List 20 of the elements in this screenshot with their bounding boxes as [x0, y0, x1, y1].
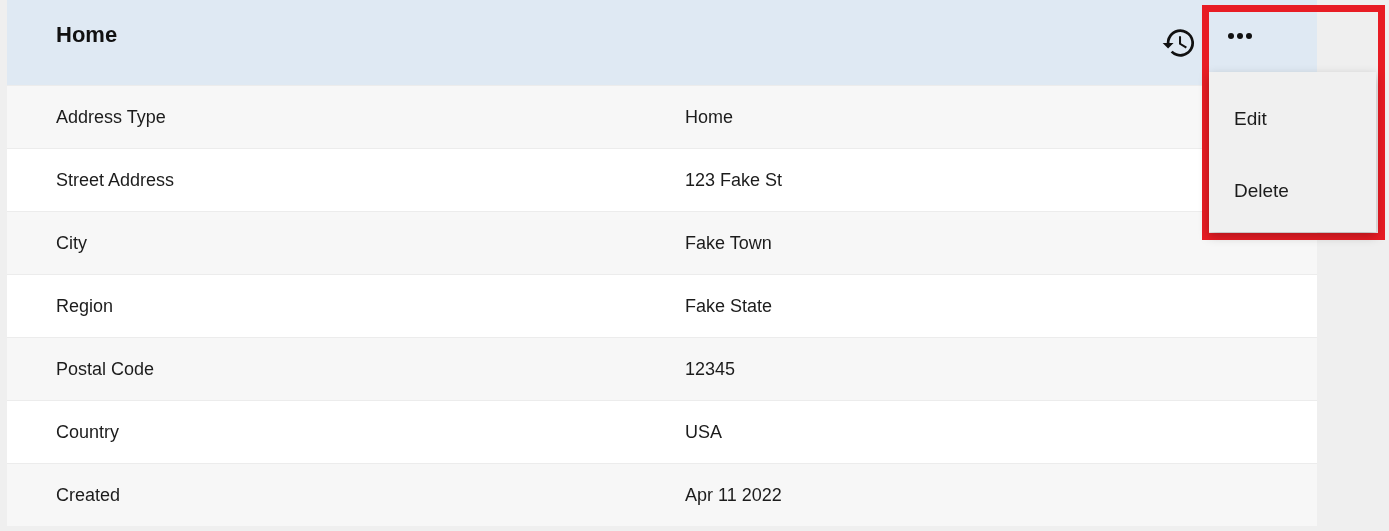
more-icon	[1228, 33, 1252, 39]
field-value: Fake Town	[685, 232, 772, 254]
history-icon	[1162, 28, 1196, 58]
field-label: Address Type	[56, 106, 167, 128]
field-label: Created	[56, 484, 122, 506]
field-value: Home	[685, 106, 733, 128]
field-label: Region	[56, 295, 115, 317]
field-value: 12345	[685, 358, 736, 380]
field-value: 123 Fake St	[685, 169, 783, 191]
history-button[interactable]	[1162, 28, 1196, 58]
field-label: Country	[56, 421, 121, 443]
menu-item[interactable]: Edit	[1209, 83, 1376, 155]
field-value: Fake State	[685, 295, 773, 317]
field-label: Postal Code	[56, 358, 156, 380]
card-title: Home	[56, 22, 119, 48]
field-label: Street Address	[56, 169, 176, 191]
field-value: Apr 11 2022	[685, 484, 782, 506]
menu-item[interactable]: Delete	[1209, 155, 1376, 227]
field-label: City	[56, 232, 88, 254]
field-value: USA	[685, 421, 722, 443]
